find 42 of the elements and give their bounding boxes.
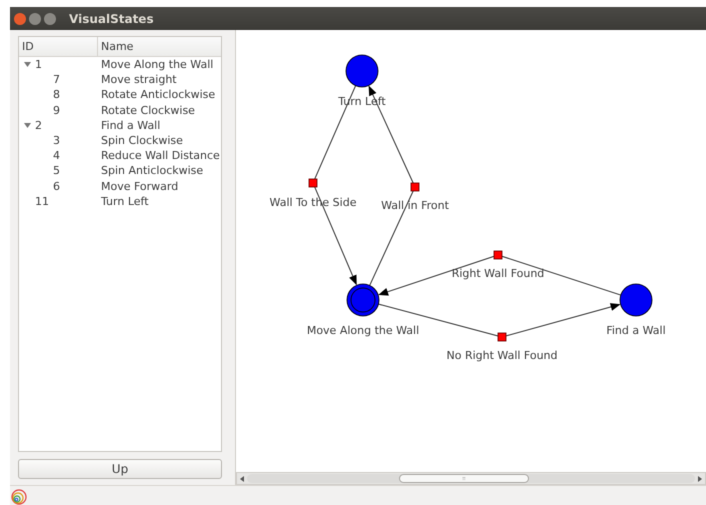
tree-id[interactable]: 7 <box>53 73 60 86</box>
tree-item[interactable]: Spin Clockwise <box>98 134 183 148</box>
close-button[interactable] <box>14 12 26 24</box>
tree-id[interactable]: 1 <box>35 58 42 72</box>
tree-item[interactable]: Move Along the Wall <box>98 58 214 72</box>
transition-label: Wall in Front <box>381 199 449 212</box>
tree-item[interactable]: Move straight <box>98 73 177 86</box>
tree-item[interactable]: Move Forward <box>98 180 178 193</box>
tree-item[interactable]: Rotate Anticlockwise <box>98 88 216 102</box>
transition-marker[interactable] <box>494 250 502 260</box>
state-node[interactable] <box>620 284 652 316</box>
tree-id[interactable]: 2 <box>35 118 42 132</box>
expand-arrow-icon[interactable] <box>24 122 31 129</box>
initial-state-node[interactable] <box>346 284 380 316</box>
minimize-button[interactable] <box>29 12 41 24</box>
tree-id[interactable]: 4 <box>53 149 60 162</box>
tree-item[interactable]: Turn Left <box>98 194 149 208</box>
transition-label: No Right Wall Found <box>446 349 558 362</box>
tree-item[interactable]: Reduce Wall Distance <box>98 149 220 162</box>
up-button[interactable]: Up <box>18 459 222 479</box>
transition-marker[interactable] <box>410 182 420 192</box>
transition-marker[interactable] <box>498 332 506 342</box>
state-node[interactable] <box>346 54 378 88</box>
tree-id[interactable]: 8 <box>53 88 60 102</box>
tree-item[interactable]: Spin Anticlockwise <box>98 164 204 178</box>
transition-marker[interactable] <box>308 178 318 188</box>
transition-label: Right Wall Found <box>452 267 544 280</box>
tree-id[interactable]: 6 <box>53 180 60 193</box>
column-header[interactable]: ID <box>19 37 98 56</box>
tree-item[interactable]: Rotate Clockwise <box>98 104 195 117</box>
state-label: Find a Wall <box>606 324 666 337</box>
maximize-button[interactable] <box>44 12 56 24</box>
tree-item[interactable]: Find a Wall <box>98 118 160 132</box>
tree-id[interactable]: 3 <box>53 134 60 148</box>
tree-id[interactable]: 5 <box>53 164 60 178</box>
column-header[interactable]: Name <box>98 37 134 56</box>
expand-arrow-icon[interactable] <box>24 61 31 68</box>
window-title: VisualStates <box>69 12 154 26</box>
state-label: Move Along the Wall <box>306 324 420 337</box>
rings-icon <box>11 489 27 505</box>
tree-id[interactable]: 11 <box>35 194 49 208</box>
tree-id[interactable]: 9 <box>53 104 60 117</box>
